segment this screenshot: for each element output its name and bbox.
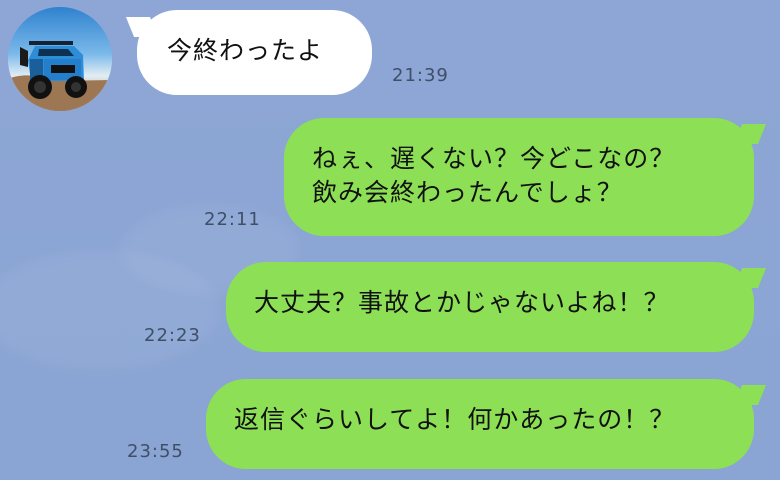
message-timestamp: 22:23 [144,325,201,346]
outgoing-message-bubble[interactable]: 返信ぐらいしてよ！何かあったの！？ [206,379,754,469]
outgoing-message-bubble[interactable]: ねぇ、遅くない？今どこなの？ 飲み会終わったんでしょ？ [284,118,754,236]
outgoing-message-bubble[interactable]: 大丈夫？事故とかじゃないよね！？ [226,262,754,352]
incoming-message-bubble[interactable]: 今終わったよ [137,10,372,95]
avatar[interactable] [8,7,112,111]
chat-background: 今終わったよ 21:39 ねぇ、遅くない？今どこなの？ 飲み会終わったんでしょ？… [0,0,780,480]
message-timestamp: 22:11 [204,209,261,230]
message-timestamp: 23:55 [127,441,184,462]
outgoing-message-text: 返信ぐらいしてよ！何かあったの！？ [234,405,676,434]
outgoing-message-text: 大丈夫？事故とかじゃないよね！？ [254,288,670,317]
incoming-message-text: 今終わったよ [167,36,324,65]
jeep-photo-avatar-icon [8,7,112,111]
outgoing-message-line: ねぇ、遅くない？今どこなの？ [312,144,676,173]
outgoing-message-line: 飲み会終わったんでしょ？ [312,178,623,207]
message-timestamp: 21:39 [392,65,449,86]
